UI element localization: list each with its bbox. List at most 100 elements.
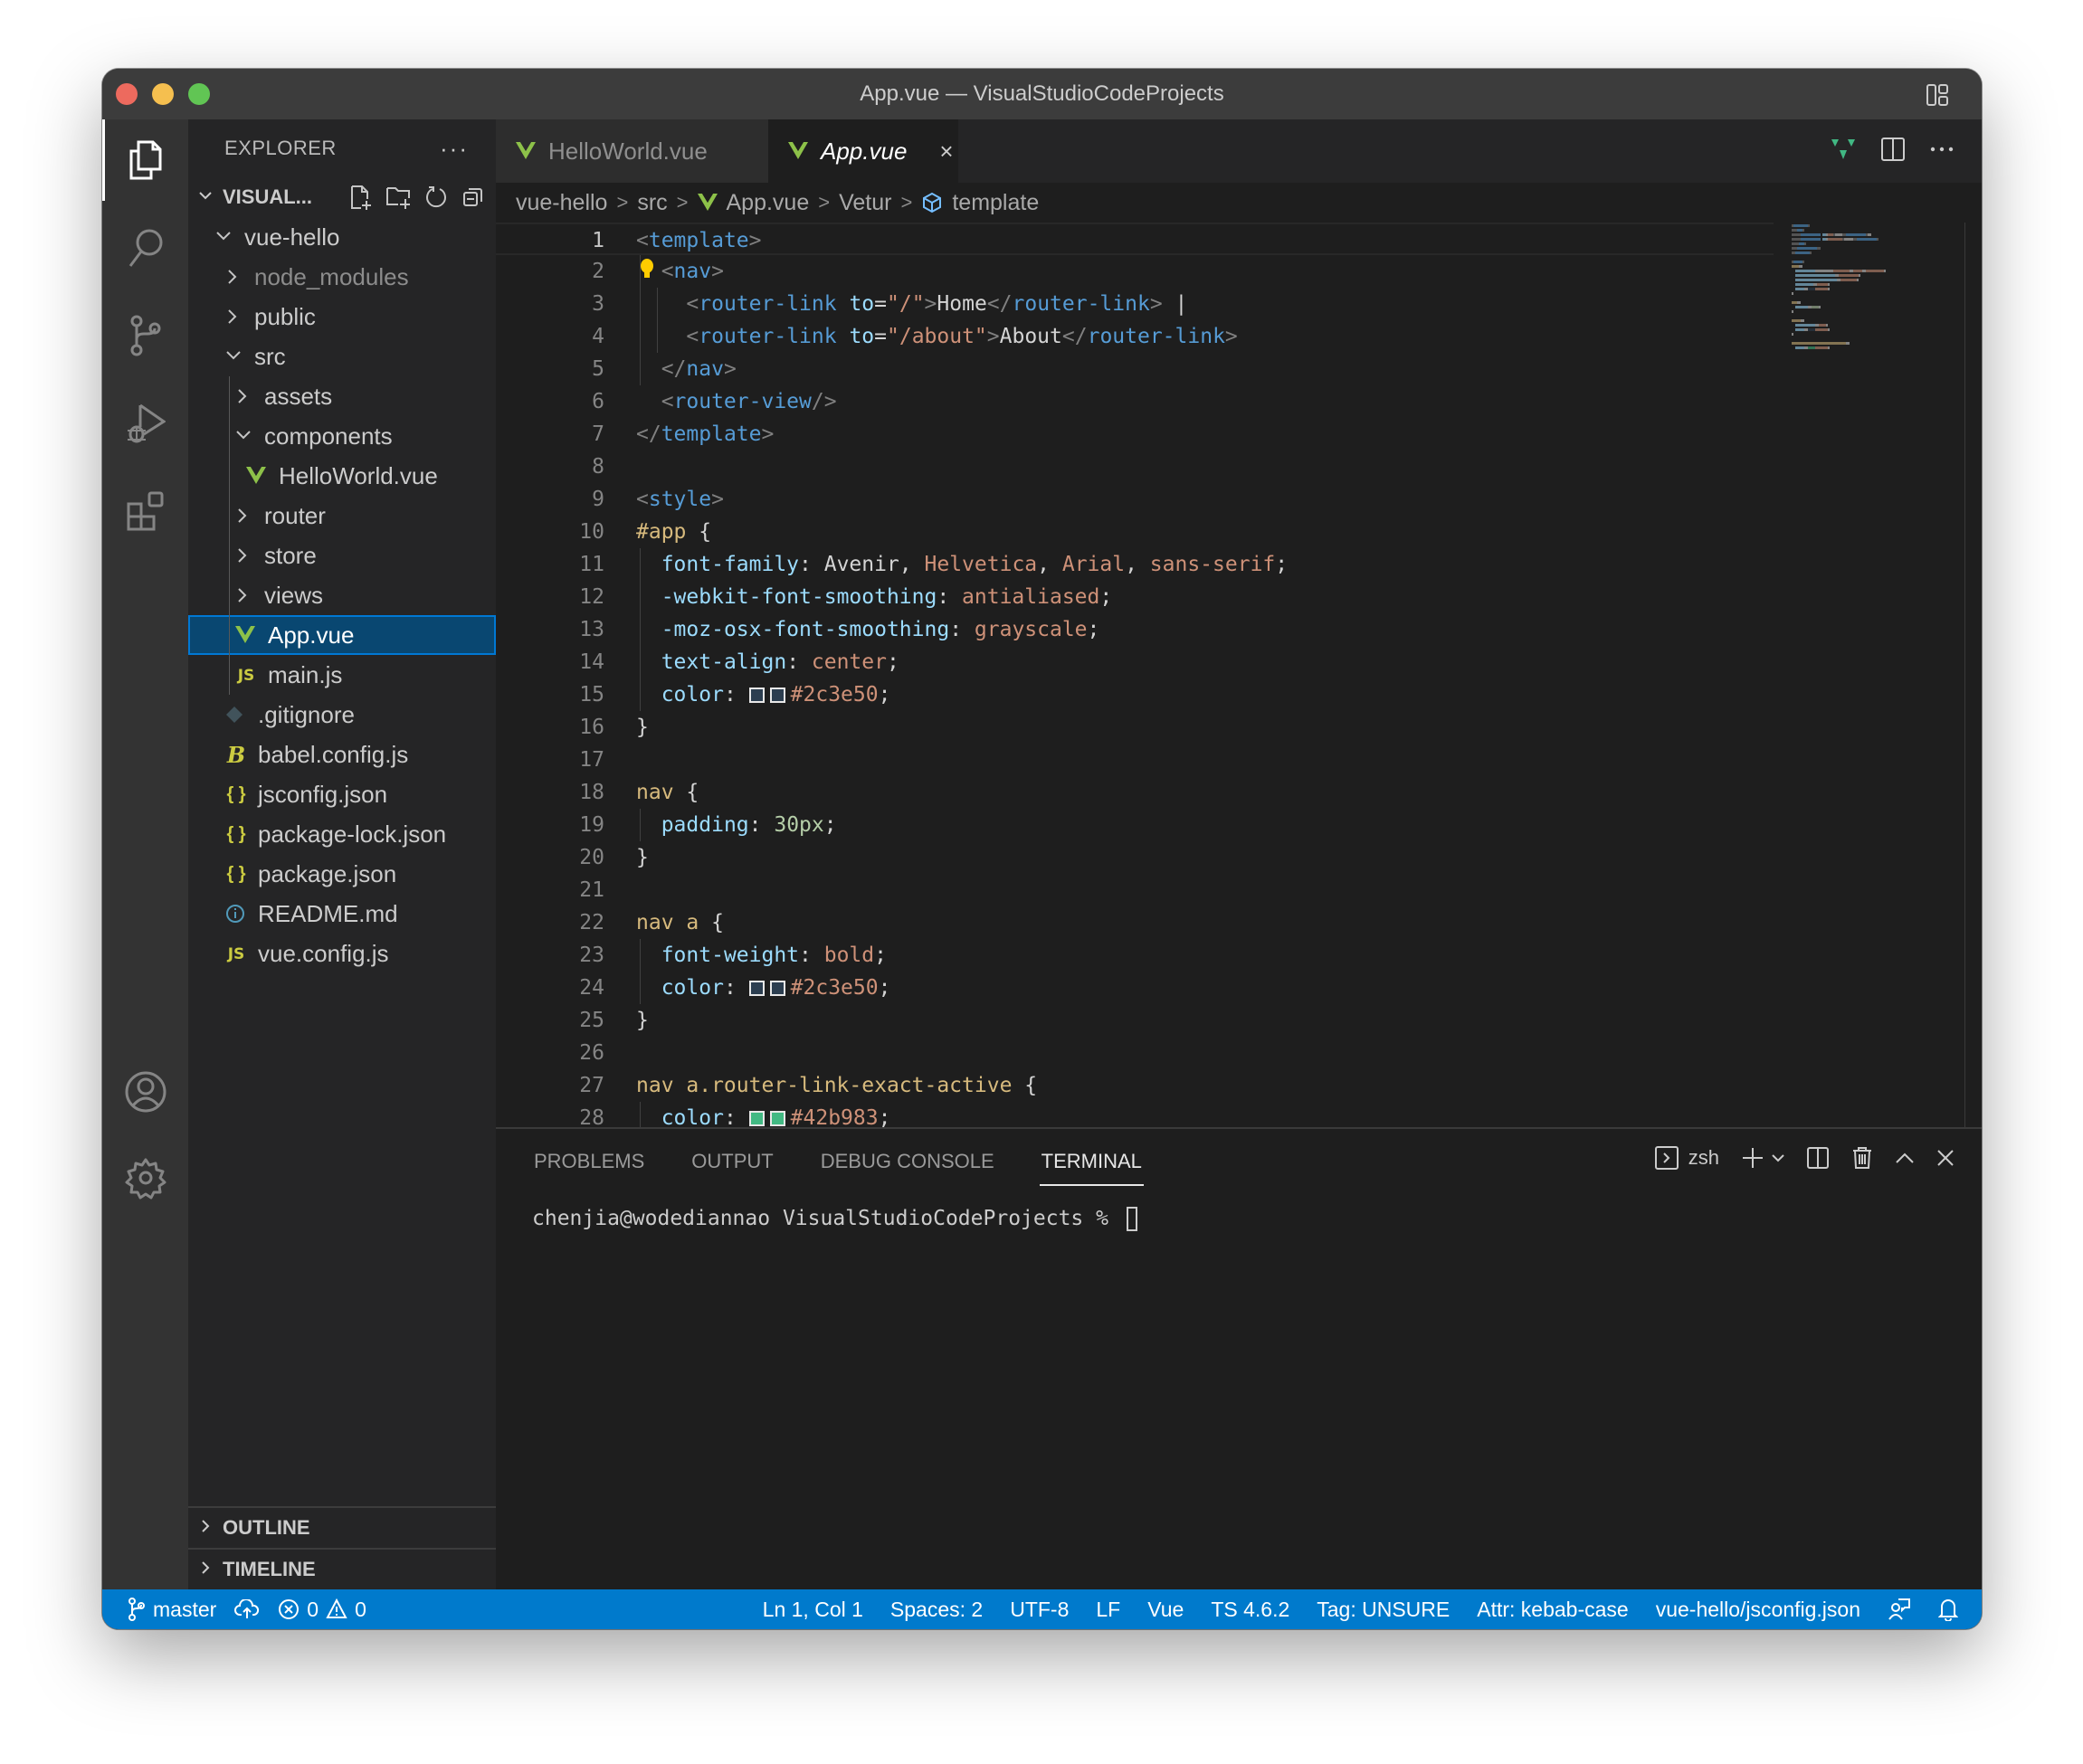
breadcrumb-item[interactable]: src: [637, 190, 667, 216]
color-swatch[interactable]: [748, 1111, 765, 1126]
attr-casing[interactable]: Attr: kebab-case: [1477, 1598, 1628, 1622]
color-swatch[interactable]: [769, 688, 785, 703]
cursor-position[interactable]: Ln 1, Col 1: [763, 1598, 863, 1622]
breadcrumb-item[interactable]: template: [952, 190, 1039, 216]
indentation[interactable]: Spaces: 2: [890, 1598, 983, 1622]
vertical-scrollbar[interactable]: [1964, 223, 1965, 1127]
new-file-icon[interactable]: [349, 185, 373, 210]
vetur-icon[interactable]: [1830, 136, 1857, 163]
activity-manage[interactable]: [102, 1137, 188, 1219]
color-swatch[interactable]: [769, 1111, 785, 1126]
workspace-section-header[interactable]: VISUAL...: [188, 177, 496, 217]
code-line: 24 color: #2c3e50;: [496, 972, 1774, 1004]
tree-item-components[interactable]: components: [188, 416, 496, 456]
minimap-line: [1792, 315, 1927, 318]
tree-item-vue-hello[interactable]: vue-hello: [188, 217, 496, 257]
minimap-line: [1792, 319, 1927, 322]
maximize-panel-icon[interactable]: [1895, 1152, 1915, 1164]
code-editor[interactable]: 1 <template> 2 <nav> 3 <router-link to="/">…: [496, 223, 1982, 1178]
branch-name: master: [153, 1597, 217, 1621]
line-number: 4: [592, 325, 604, 348]
color-swatch[interactable]: [769, 981, 785, 996]
tree-item-jsconfig-json[interactable]: { } jsconfig.json: [188, 774, 496, 814]
tree-item-babel-config-js[interactable]: Bbabel.config.js: [188, 735, 496, 774]
terminal-selector[interactable]: zsh: [1654, 1145, 1719, 1171]
tree-item-node-modules[interactable]: node_modules: [188, 257, 496, 297]
breadcrumb-item[interactable]: Vetur: [839, 190, 891, 216]
more-actions-button[interactable]: ···: [440, 119, 469, 177]
code-token: nav: [673, 260, 712, 283]
notifications-bell-icon[interactable]: [1938, 1598, 1958, 1621]
color-swatch[interactable]: [748, 981, 765, 996]
line-number: 15: [579, 683, 604, 707]
tree-item-src[interactable]: src: [188, 337, 496, 376]
tree-item-store[interactable]: store: [188, 536, 496, 575]
tree-item-gitignore[interactable]: .gitignore: [188, 695, 496, 735]
customize-layout-icon[interactable]: [1926, 83, 1949, 107]
terminal-prompt: chenjia@wodediannao VisualStudioCodeProj…: [532, 1207, 1121, 1230]
minimap-line: [1792, 328, 1927, 331]
encoding[interactable]: UTF-8: [1010, 1598, 1069, 1622]
close-panel-icon[interactable]: [1936, 1149, 1955, 1167]
activity-extensions[interactable]: [102, 470, 188, 552]
code-line: 12 -webkit-font-smoothing: antialiased;: [496, 581, 1774, 613]
activity-search[interactable]: [102, 207, 188, 289]
breadcrumb-item[interactable]: vue-hello: [516, 190, 607, 216]
split-editor-icon[interactable]: [1880, 137, 1906, 162]
lightbulb-icon[interactable]: [641, 259, 653, 280]
tree-item-package-json[interactable]: { } package.json: [188, 854, 496, 894]
problems-status[interactable]: 0 0: [278, 1598, 366, 1622]
trash-icon[interactable]: [1851, 1146, 1873, 1170]
split-terminal-icon[interactable]: [1806, 1146, 1830, 1170]
terminal-output[interactable]: chenjia@wodediannao VisualStudioCodeProj…: [532, 1207, 1137, 1231]
tab-debug-console[interactable]: DEBUG CONSOLE: [819, 1143, 996, 1181]
tree-item-vue-config-js[interactable]: JS vue.config.js: [188, 934, 496, 973]
outline-section-header[interactable]: OUTLINE: [188, 1506, 496, 1548]
end-of-line[interactable]: LF: [1096, 1598, 1120, 1622]
activity-run-debug[interactable]: [102, 383, 188, 464]
code-token: ;: [1087, 618, 1100, 641]
tree-item-readme-md[interactable]: README.md: [188, 894, 496, 934]
tree-item-assets[interactable]: assets: [188, 376, 496, 416]
breadcrumb-item[interactable]: App.vue: [727, 190, 810, 216]
sync-status[interactable]: [234, 1599, 260, 1619]
line-number: 22: [579, 911, 604, 934]
tree-item-views[interactable]: views: [188, 575, 496, 615]
activity-explorer[interactable]: [102, 119, 188, 201]
ts-version[interactable]: TS 4.6.2: [1211, 1598, 1289, 1622]
timeline-section-header[interactable]: TIMELINE: [188, 1548, 496, 1589]
tree-item-public[interactable]: public: [188, 297, 496, 337]
tab-output[interactable]: OUTPUT: [690, 1143, 775, 1181]
tab-terminal[interactable]: TERMINAL: [1039, 1143, 1145, 1186]
refresh-icon[interactable]: [425, 185, 449, 210]
feedback-icon[interactable]: [1888, 1598, 1911, 1621]
tree-item-label: views: [264, 581, 324, 609]
minimap[interactable]: [1792, 223, 1927, 376]
more-actions-icon[interactable]: [1929, 146, 1955, 153]
tree-item-router[interactable]: router: [188, 496, 496, 536]
tree-item-package-lock-json[interactable]: { } package-lock.json: [188, 814, 496, 854]
new-terminal-button[interactable]: [1741, 1146, 1784, 1170]
language-mode[interactable]: Vue: [1147, 1598, 1184, 1622]
tab-problems[interactable]: PROBLEMS: [532, 1143, 646, 1181]
tag-casing[interactable]: Tag: UNSURE: [1317, 1598, 1450, 1622]
activity-source-control[interactable]: [102, 295, 188, 376]
code-token: ;: [1275, 553, 1289, 576]
code-token: ,: [1037, 553, 1062, 576]
activity-accounts[interactable]: [102, 1051, 188, 1133]
line-text: <template>: [636, 224, 762, 257]
json-file-icon: { }: [226, 823, 246, 844]
color-swatch[interactable]: [748, 688, 765, 703]
code-token: |: [1162, 292, 1188, 316]
tree-item-main-js[interactable]: JS main.js: [188, 655, 496, 695]
new-folder-icon[interactable]: [385, 185, 413, 210]
close-tab-icon[interactable]: ×: [939, 138, 953, 166]
tree-item-app-vue[interactable]: App.vue: [188, 615, 496, 655]
tab-helloworld-vue[interactable]: HelloWorld.vue: [496, 119, 768, 183]
git-branch-status[interactable]: master: [128, 1598, 216, 1622]
project-config[interactable]: vue-hello/jsconfig.json: [1656, 1598, 1860, 1622]
tree-item-helloworld-vue[interactable]: HelloWorld.vue: [188, 456, 496, 496]
tab-app-vue[interactable]: App.vue ×: [768, 119, 958, 183]
collapse-all-icon[interactable]: [461, 185, 485, 210]
line-text: <router-link to="/about">About</router-l…: [636, 320, 1237, 353]
